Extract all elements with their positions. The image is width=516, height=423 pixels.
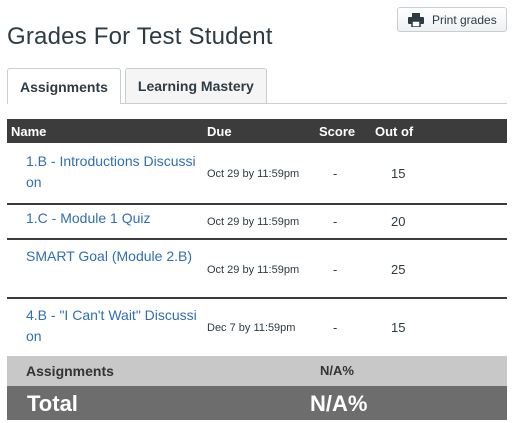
column-header-name: Name <box>11 124 47 139</box>
total-label: Total <box>27 391 78 416</box>
points-possible: 15 <box>391 320 406 335</box>
score: - <box>333 214 338 229</box>
due-date: Oct 29 by 11:59pm <box>207 168 300 180</box>
column-header-score: Score <box>319 124 356 139</box>
assignment-link[interactable]: 1.C - Module 1 Quiz <box>26 208 198 229</box>
points-possible: 25 <box>391 262 406 277</box>
page-title: Grades For Test Student <box>7 23 273 50</box>
group-percentage: N/A% <box>320 363 354 378</box>
due-date: Oct 29 by 11:59pm <box>207 216 300 228</box>
score: - <box>333 262 338 277</box>
score: - <box>333 166 338 181</box>
tab-bar: Assignments Learning Mastery <box>7 68 271 104</box>
assignments-group-total-row: Assignments N/A% <box>7 356 507 386</box>
total-percentage: N/A% <box>310 391 368 416</box>
points-possible: 15 <box>391 166 406 181</box>
print-grades-button[interactable]: Print grades <box>397 7 507 32</box>
due-date: Oct 29 by 11:59pm <box>207 264 300 276</box>
table-row: SMART Goal (Module 2.B) Oct 29 by 11:59p… <box>7 240 507 299</box>
points-possible: 20 <box>391 214 406 229</box>
table-row: 1.B - Introductions Discussion Oct 29 by… <box>7 143 507 205</box>
tab-learning-mastery[interactable]: Learning Mastery <box>124 68 267 103</box>
group-label: Assignments <box>26 363 114 379</box>
print-grades-label: Print grades <box>432 12 497 27</box>
assignment-link[interactable]: 1.B - Introductions Discussion <box>26 151 198 193</box>
table-row: 1.C - Module 1 Quiz Oct 29 by 11:59pm - … <box>7 205 507 240</box>
tab-assignments[interactable]: Assignments <box>7 68 121 104</box>
final-total-row: Total N/A% <box>7 386 507 420</box>
column-header-out-of: Out of <box>375 124 414 139</box>
assignment-link[interactable]: 4.B - "I Can't Wait" Discussion <box>26 305 198 347</box>
assignment-link[interactable]: SMART Goal (Module 2.B) <box>26 246 198 267</box>
score: - <box>333 320 338 335</box>
table-row: 4.B - "I Can't Wait" Discussion Dec 7 by… <box>7 299 507 356</box>
table-header: Name Due Score Out of <box>7 119 507 143</box>
column-header-due: Due <box>207 124 232 139</box>
printer-icon <box>408 12 424 28</box>
due-date: Dec 7 by 11:59pm <box>207 322 296 334</box>
